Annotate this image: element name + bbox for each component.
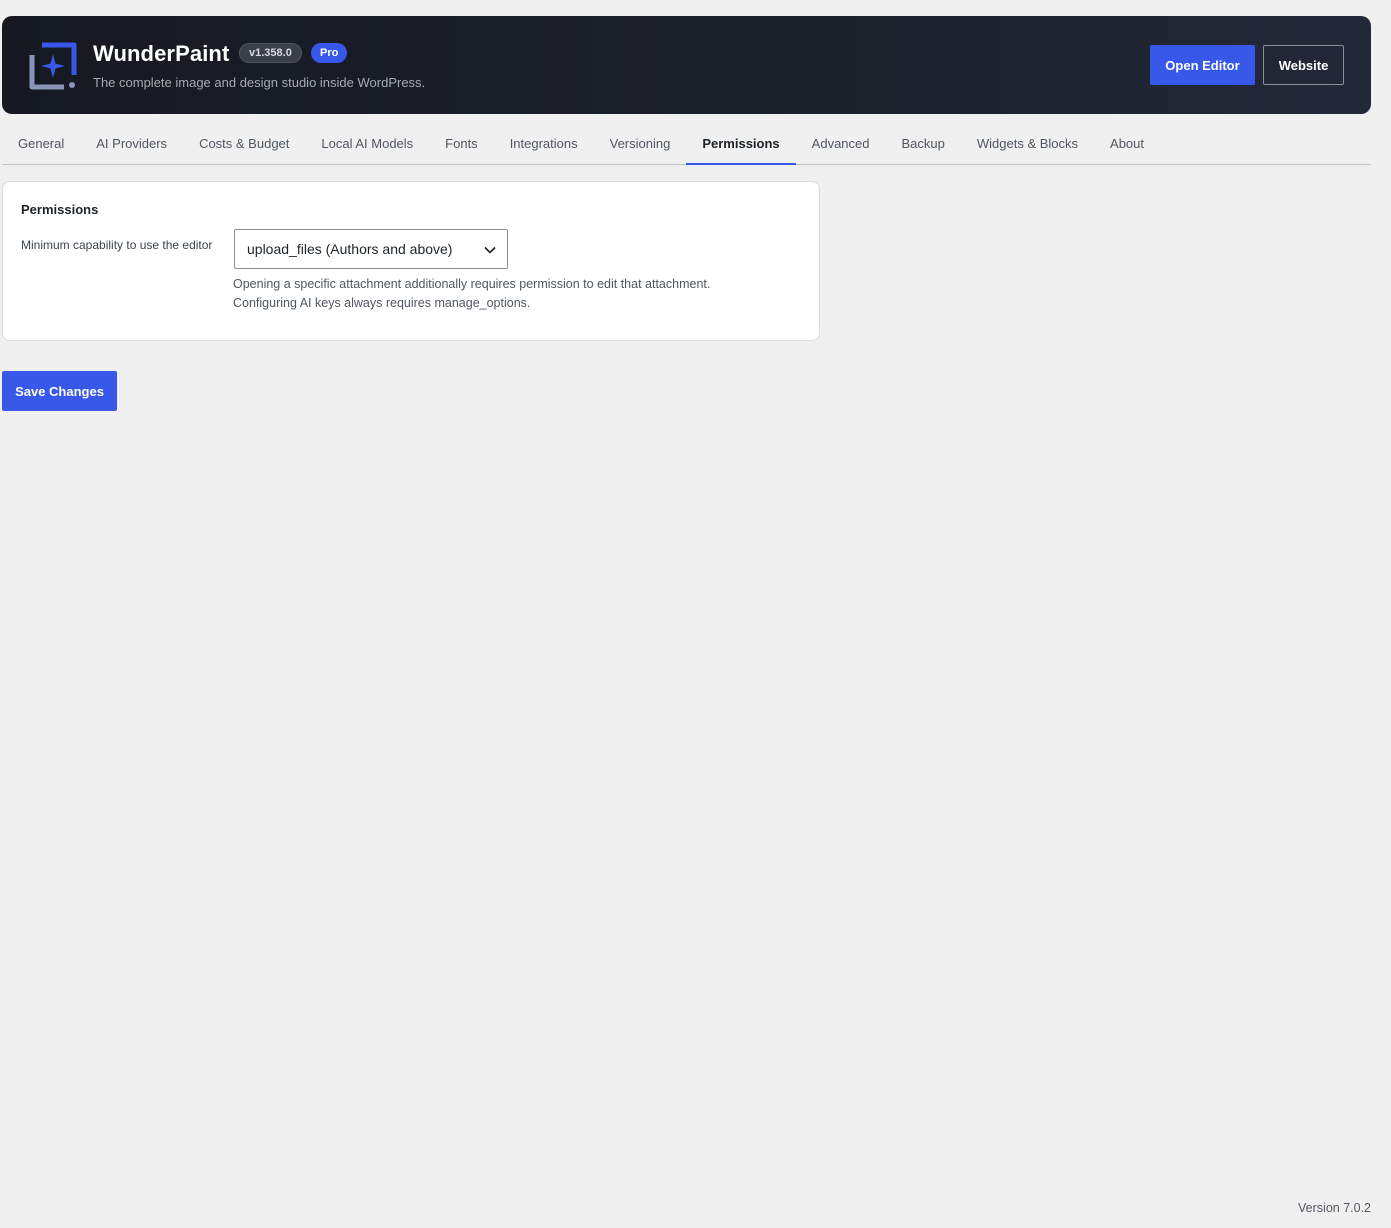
capability-help: Opening a specific attachment additional… [233,275,710,313]
tab-fonts[interactable]: Fonts [429,126,494,165]
save-changes-button[interactable]: Save Changes [2,371,117,411]
tab-general[interactable]: General [2,126,80,165]
tab-advanced[interactable]: Advanced [796,126,886,165]
help-line-1: Opening a specific attachment additional… [233,277,711,291]
settings-tabs: General AI Providers Costs & Budget Loca… [2,126,1371,165]
tab-permissions[interactable]: Permissions [686,126,796,165]
tab-versioning[interactable]: Versioning [594,126,687,165]
version-badge: v1.358.0 [239,43,302,63]
tab-integrations[interactable]: Integrations [494,126,594,165]
tab-ai-providers[interactable]: AI Providers [80,126,183,165]
help-line-2: Configuring AI keys always requires mana… [233,296,531,310]
section-title: Permissions [21,202,99,217]
capability-select-value: upload_files (Authors and above) [247,241,453,257]
tab-costs-budget[interactable]: Costs & Budget [183,126,305,165]
tab-about[interactable]: About [1094,126,1160,165]
wunderpaint-logo-icon [29,42,77,90]
capability-label: Minimum capability to use the editor [21,238,213,252]
permissions-card: Permissions Minimum capability to use th… [2,181,820,341]
capability-select[interactable]: upload_files (Authors and above) [234,229,508,269]
tab-widgets-blocks[interactable]: Widgets & Blocks [961,126,1094,165]
pro-badge: Pro [311,43,348,63]
chevron-down-icon [484,246,496,254]
brand-title: WunderPaint [93,41,230,66]
plugin-header: WunderPaint v1.358.0 Pro The complete im… [2,16,1371,114]
tab-backup[interactable]: Backup [886,126,961,165]
tab-local-ai-models[interactable]: Local AI Models [305,126,429,165]
website-button[interactable]: Website [1263,45,1344,85]
tagline: The complete image and design studio ins… [93,75,426,90]
wp-version-text: Version 7.0.2 [1298,1201,1371,1215]
open-editor-button[interactable]: Open Editor [1150,45,1255,85]
